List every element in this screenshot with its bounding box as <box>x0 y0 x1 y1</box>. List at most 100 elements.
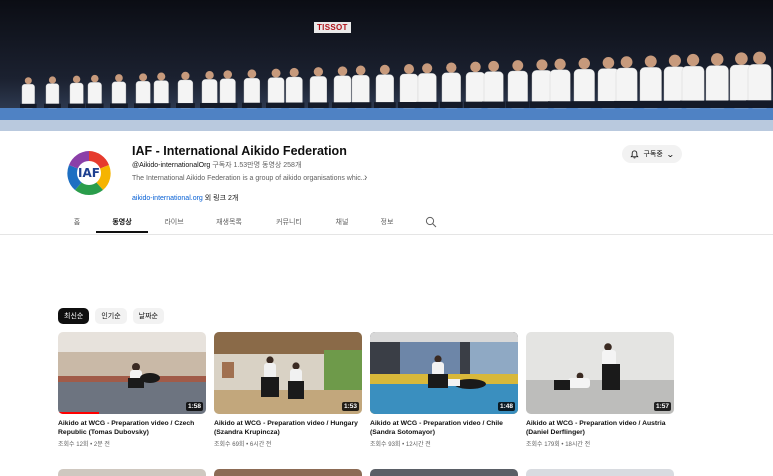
tab-videos[interactable]: 동영상 <box>96 211 148 233</box>
banner-sign: TISSOT <box>314 22 351 33</box>
banner-person-head <box>536 59 548 71</box>
banner-person-head <box>512 60 524 71</box>
banner-person-head <box>313 67 324 77</box>
thumbnail-image <box>214 332 362 414</box>
banner-person-hakama <box>614 100 640 108</box>
banner-person-head <box>470 61 481 73</box>
banner-person-hakama <box>284 102 305 108</box>
tab-label: 채널 <box>335 219 349 226</box>
banner-person-head <box>644 55 657 68</box>
banner-person-head <box>157 72 166 81</box>
channel-handle: @Aikido-internationalOrg <box>132 162 211 169</box>
chevron-right-icon[interactable]: › <box>364 172 367 183</box>
video-duration: 1:53 <box>341 402 359 411</box>
video-card[interactable]: 1:57 Aikido at WCG - Preparation video /… <box>526 332 674 448</box>
banner-person-head <box>223 70 233 79</box>
video-thumbnail[interactable]: 1:53 <box>214 332 362 414</box>
banner-person-head <box>668 54 681 67</box>
banner-person-hakama <box>680 100 707 108</box>
banner-person-hakama <box>86 103 104 108</box>
channel-title: IAF - International Aikido Federation <box>132 144 347 158</box>
banner-person-hakama <box>68 103 86 108</box>
banner-person-hakama <box>638 100 664 108</box>
subscribed-button[interactable]: 구독중 ⌄ <box>622 145 682 163</box>
banner-person-hakama <box>176 103 195 108</box>
subscriber-count: 구독자 1.53만명 <box>212 162 261 169</box>
video-title[interactable]: Aikido at WCG - Preparation video / Czec… <box>58 419 204 437</box>
banner-person-hakama <box>134 103 153 108</box>
banner-person-hakama <box>416 101 439 108</box>
video-card[interactable]: 1:48 Aikido at WCG - Preparation video /… <box>370 332 518 448</box>
banner-person-head <box>710 53 724 66</box>
tab-home[interactable]: 홈 <box>58 211 96 233</box>
channel-logo[interactable]: IAF <box>63 147 115 199</box>
channel-link-url[interactable]: aikido-international.org <box>132 195 203 202</box>
video-thumbnail-next-row[interactable] <box>370 469 518 476</box>
banner-person-head <box>115 74 123 82</box>
banner-person-head <box>602 57 615 69</box>
video-duration: 1:57 <box>653 402 671 411</box>
banner-person-hakama <box>44 103 61 108</box>
banner-person-head <box>91 74 99 83</box>
thumbnail-image <box>58 332 206 414</box>
banner-person-head <box>24 77 32 85</box>
banner-person-head <box>404 64 414 74</box>
banner-person-hakama <box>200 102 220 108</box>
thumbnail-image <box>370 332 518 414</box>
banner-person-head <box>620 56 633 68</box>
bell-icon <box>630 149 640 158</box>
tab-label: 정보 <box>380 219 394 226</box>
video-thumbnail[interactable]: 1:48 <box>370 332 518 414</box>
subscribed-label: 구독중 <box>643 151 663 158</box>
banner-person-hakama <box>746 100 773 108</box>
video-count: 동영상 258개 <box>262 162 302 169</box>
banner-person-hakama <box>266 102 287 108</box>
banner-person-hakama <box>548 101 573 108</box>
banner-person-head <box>422 63 433 74</box>
video-title[interactable]: Aikido at WCG - Preparation video / Aust… <box>526 419 672 437</box>
watch-progress-bar <box>58 412 100 414</box>
banner-person-head <box>355 65 366 76</box>
banner-person-hakama <box>242 102 262 108</box>
banner-person-hakama <box>110 103 128 108</box>
video-title[interactable]: Aikido at WCG - Preparation video / Chil… <box>370 419 516 437</box>
tab-about[interactable]: 정보 <box>364 211 410 233</box>
banner-person-hakama <box>350 102 372 108</box>
banner-person-hakama <box>218 102 238 108</box>
tab-label: 홈 <box>73 219 81 226</box>
banner-person-head <box>554 58 566 70</box>
channel-links[interactable]: aikido-international.org 외 링크 2개 <box>132 193 238 203</box>
tab-label: 커뮤니티 <box>276 219 302 226</box>
banner-person-hakama <box>482 101 506 108</box>
banner-person-head <box>247 69 257 79</box>
banner-person-head <box>578 57 590 70</box>
video-title[interactable]: Aikido at WCG - Preparation video / Hung… <box>214 419 360 437</box>
channel-description[interactable]: The International Aikido Federation is a… <box>132 175 367 182</box>
video-thumbnail-next-row[interactable] <box>526 469 674 476</box>
banner-person-hakama <box>20 103 37 108</box>
banner-person-head <box>379 64 390 75</box>
banner-person-head <box>139 73 148 82</box>
search-icon[interactable] <box>425 216 437 228</box>
video-card[interactable]: 1:53 Aikido at WCG - Preparation video /… <box>214 332 362 448</box>
chip-oldest[interactable]: 날짜순 <box>132 308 164 324</box>
tab-playlists[interactable]: 재생목록 <box>200 211 258 233</box>
channel-link-more[interactable]: 외 링크 2개 <box>205 195 239 202</box>
video-thumbnail[interactable]: 1:57 <box>526 332 674 414</box>
banner-person-hakama <box>440 101 463 108</box>
logo-text: IAF <box>78 166 100 180</box>
banner-person-head <box>48 76 57 84</box>
chip-popular[interactable]: 인기순 <box>95 308 127 324</box>
video-thumbnail[interactable]: 1:58 <box>58 332 206 414</box>
video-thumbnail-next-row[interactable] <box>58 469 206 476</box>
video-card[interactable]: 1:58 Aikido at WCG - Preparation video /… <box>58 332 206 448</box>
thumbnail-image <box>526 332 674 414</box>
video-thumbnail-next-row[interactable] <box>214 469 362 476</box>
tab-channels[interactable]: 채널 <box>320 211 364 233</box>
tab-live[interactable]: 라이브 <box>148 211 200 233</box>
banner-person-head <box>289 67 299 77</box>
banner-person-hakama <box>308 102 329 108</box>
chip-latest[interactable]: 최신순 <box>58 308 90 324</box>
tab-community[interactable]: 커뮤니티 <box>258 211 320 233</box>
banner-person-head <box>753 51 766 65</box>
